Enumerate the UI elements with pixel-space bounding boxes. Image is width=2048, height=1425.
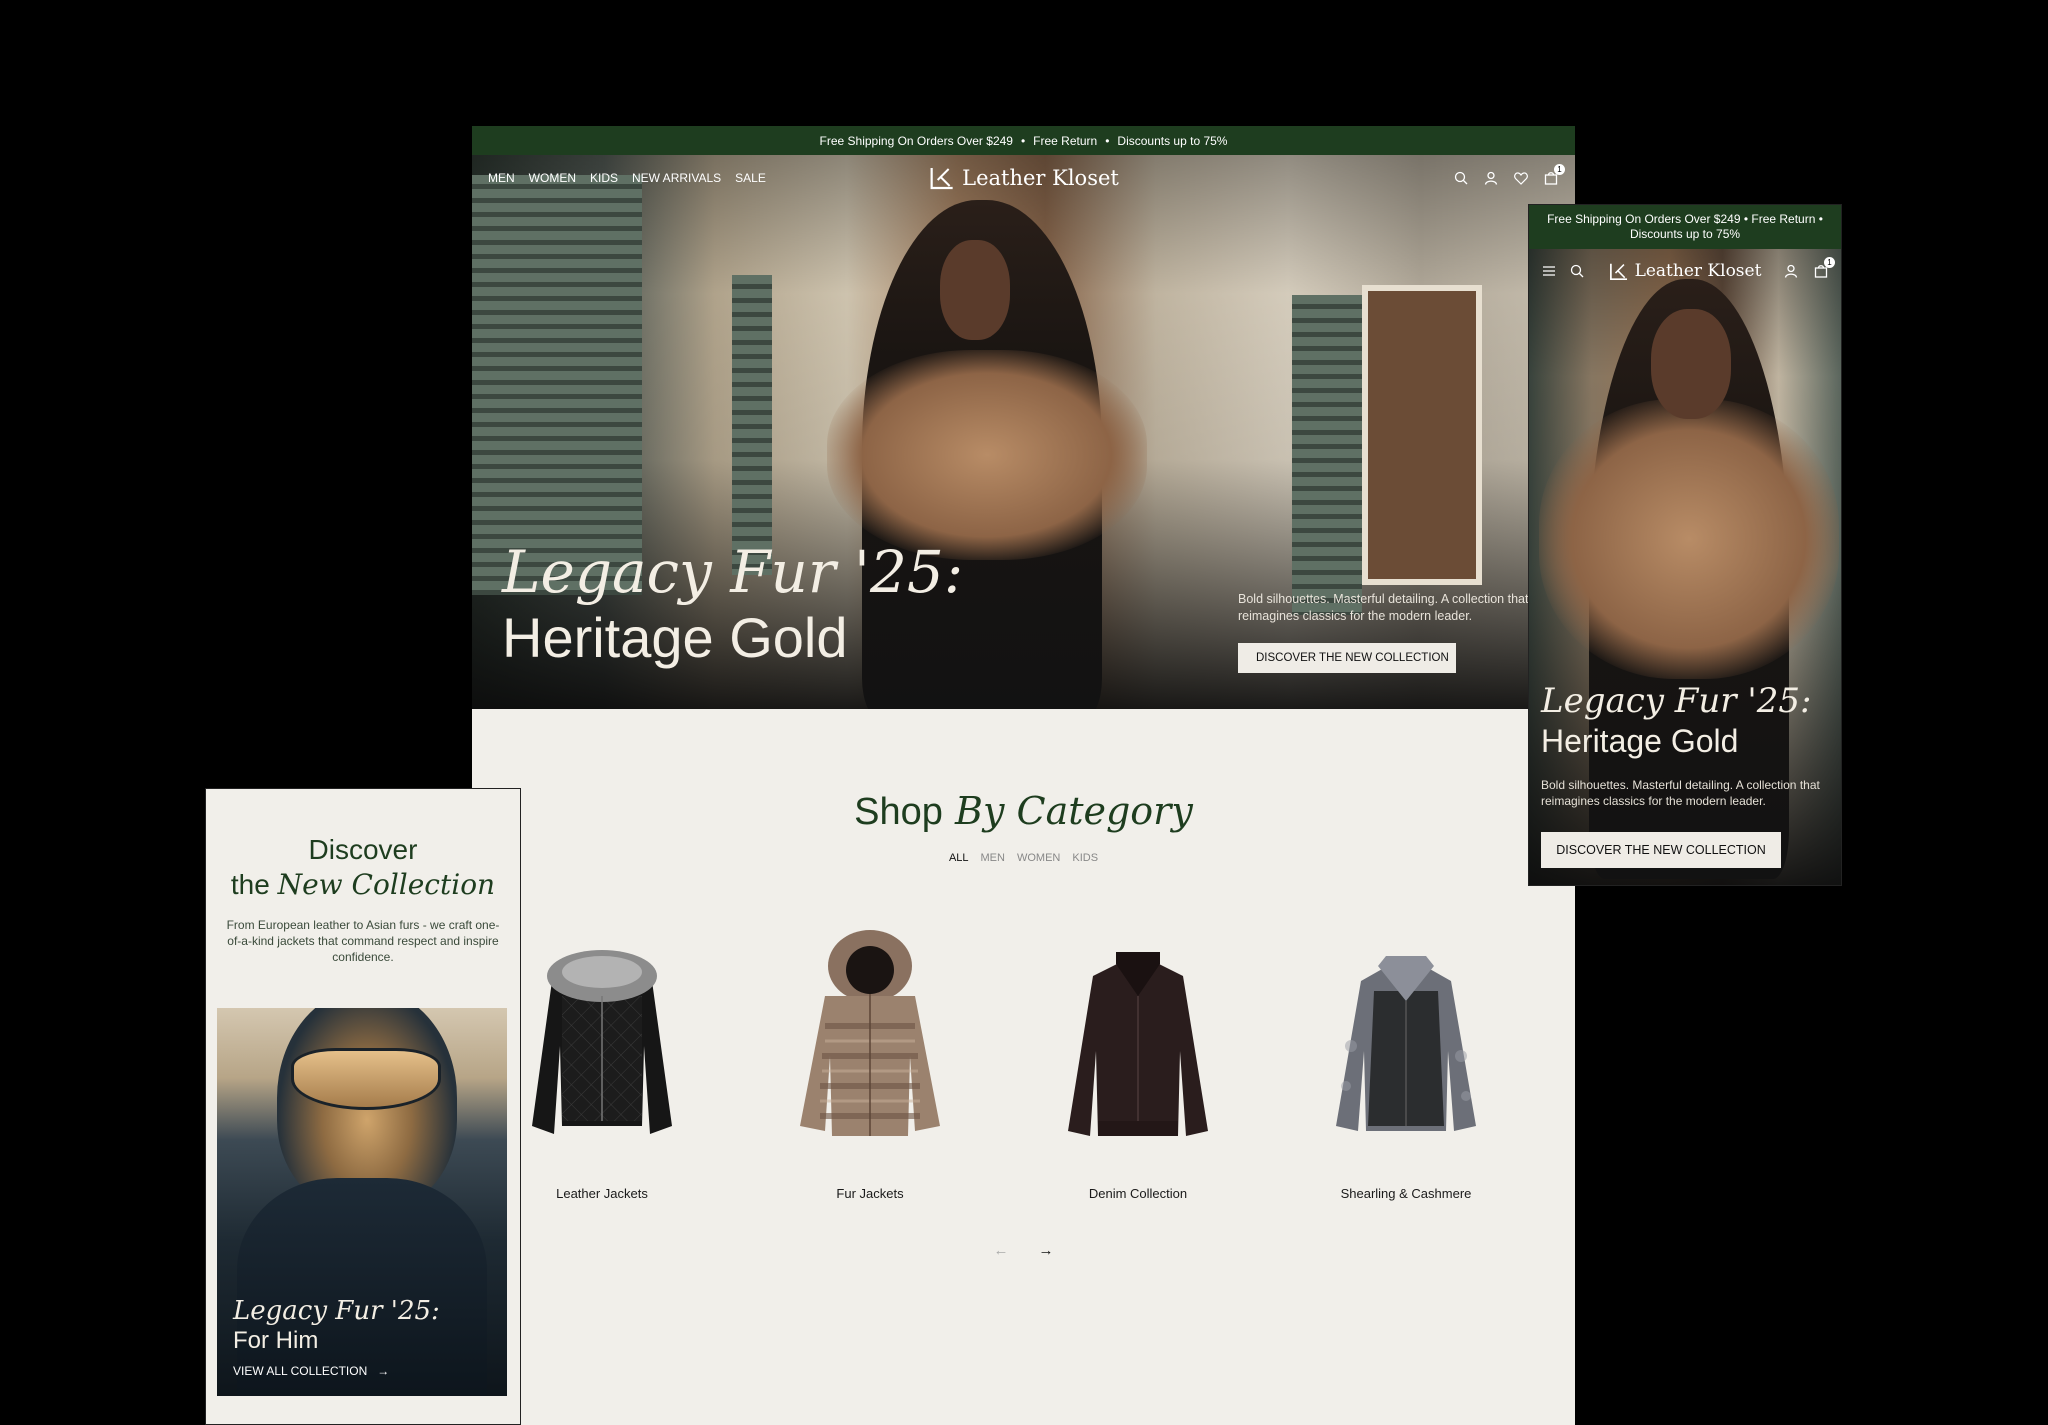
- discover-heading-line1: Discover: [308, 834, 418, 865]
- nav-icons: 1: [1453, 164, 1565, 186]
- brand-monogram-icon: [930, 168, 953, 190]
- mobile-discover-collection-button[interactable]: DISCOVER THE NEW COLLECTION: [1541, 832, 1781, 868]
- hero-model-face: [940, 240, 1010, 340]
- nav-link-women[interactable]: WOMEN: [529, 171, 576, 185]
- nav-link-kids[interactable]: KIDS: [590, 171, 618, 185]
- brand-logo[interactable]: Leather Kloset: [928, 166, 1119, 190]
- announcement-separator: •: [1105, 133, 1110, 148]
- view-all-label: VIEW ALL COLLECTION: [233, 1364, 368, 1378]
- card-title: Legacy Fur '25: For Him: [233, 1296, 440, 1356]
- mobile-nav-icons: 1: [1783, 257, 1835, 279]
- hero-side-panel: Bold silhouettes. Masterful detailing. A…: [1238, 591, 1538, 673]
- discover-heading-line2: the New Collection: [206, 867, 520, 903]
- mobile-brand-name: Leather Kloset: [1634, 261, 1762, 281]
- hero-title-line1: Legacy Fur '25:: [502, 538, 964, 606]
- hero-shutter-left: [472, 175, 642, 595]
- mobile-announcement-bar: Free Shipping On Orders Over $249 • Free…: [1529, 205, 1841, 249]
- mobile-hero-description: Bold silhouettes. Masterful detailing. A…: [1541, 778, 1820, 808]
- product-card-denim-collection[interactable]: Denim Collection: [1048, 926, 1228, 1201]
- nav-link-sale[interactable]: SALE: [735, 171, 766, 185]
- product-image: [780, 926, 960, 1186]
- announcement-discount: Discounts up to 75%: [1117, 133, 1228, 148]
- denim-jacket-image: [1068, 952, 1208, 1136]
- mobile-homepage-frame: Free Shipping On Orders Over $249 • Free…: [1528, 204, 1842, 886]
- brand-name: Leather Kloset: [962, 166, 1119, 190]
- hero-description: Bold silhouettes. Masterful detailing. A…: [1238, 592, 1529, 623]
- hero-title-line2: Heritage Gold: [502, 606, 848, 669]
- search-icon[interactable]: [1569, 263, 1585, 279]
- fur-jacket-image: [800, 930, 940, 1136]
- hero-title: Legacy Fur '25: Heritage Gold: [502, 539, 963, 671]
- mobile-hero-title: Legacy Fur '25: Heritage Gold: [1541, 681, 1811, 761]
- discover-heading-plain: the: [230, 869, 270, 900]
- filter-all[interactable]: ALL: [949, 852, 969, 864]
- cart-count-badge: 1: [1554, 164, 1565, 175]
- shearling-jacket-image: [1336, 956, 1476, 1131]
- wishlist-icon[interactable]: [1513, 170, 1529, 186]
- account-icon[interactable]: [1483, 170, 1499, 186]
- cart-count-badge: 1: [1824, 257, 1835, 268]
- menu-icon[interactable]: [1541, 263, 1557, 279]
- collection-card-for-him[interactable]: Legacy Fur '25: For Him VIEW ALL COLLECT…: [217, 1008, 507, 1396]
- main-navigation: MEN WOMEN KIDS NEW ARRIVALS SALE Leather…: [472, 155, 1575, 201]
- arrow-right-icon: →: [377, 1364, 390, 1378]
- hero-shutter-right: [1292, 295, 1362, 615]
- filter-men[interactable]: MEN: [981, 852, 1005, 864]
- nav-link-men[interactable]: MEN: [488, 171, 515, 185]
- helmet-visor: [291, 1048, 441, 1110]
- shop-title-plain: Shop: [854, 791, 943, 833]
- product-card-leather-jackets[interactable]: Leather Jackets: [512, 926, 692, 1201]
- carousel-prev-arrow-icon[interactable]: ←: [994, 1242, 1009, 1259]
- mobile-brand-logo[interactable]: Leather Kloset: [1609, 261, 1762, 281]
- product-image: [1316, 926, 1496, 1186]
- hero-banner: MEN WOMEN KIDS NEW ARRIVALS SALE Leather…: [472, 155, 1575, 709]
- desktop-homepage-frame: Free Shipping On Orders Over $249 • Free…: [472, 126, 1575, 1425]
- brand-monogram-icon: [1610, 263, 1628, 280]
- mobile-collection-frame: Discover the New Collection From Europea…: [205, 788, 521, 1425]
- product-image: [1048, 926, 1228, 1186]
- carousel-controls: ← →: [472, 1242, 1575, 1259]
- search-icon[interactable]: [1453, 170, 1469, 186]
- filter-women[interactable]: WOMEN: [1017, 852, 1060, 864]
- view-all-collection-link[interactable]: VIEW ALL COLLECTION →: [233, 1364, 389, 1378]
- shop-title-italic: By Category: [955, 789, 1193, 833]
- nav-links: MEN WOMEN KIDS NEW ARRIVALS SALE: [488, 171, 766, 185]
- shop-by-category-heading: Shop By Category: [472, 789, 1575, 834]
- carousel-next-arrow-icon[interactable]: →: [1039, 1242, 1054, 1259]
- product-card-fur-jackets[interactable]: Fur Jackets: [780, 926, 960, 1201]
- announcement-return: Free Return: [1033, 133, 1098, 148]
- product-image: [512, 926, 692, 1186]
- collection-description: From European leather to Asian furs - we…: [226, 918, 500, 964]
- product-name: Denim Collection: [1088, 1186, 1188, 1201]
- cart-icon[interactable]: 1: [1813, 257, 1835, 279]
- announcement-shipping: Free Shipping On Orders Over $249: [819, 133, 1013, 148]
- mobile-hero-fur-collar: [1539, 399, 1839, 679]
- mobile-hero-banner: Leather Kloset 1 Legacy Fur '25: Heritag…: [1529, 249, 1841, 885]
- category-filters: ALL MEN WOMEN KIDS: [472, 852, 1575, 864]
- product-name: Fur Jackets: [836, 1186, 904, 1201]
- account-icon[interactable]: [1783, 263, 1799, 279]
- card-title-line1: Legacy Fur '25:: [233, 1296, 440, 1326]
- hero-fur-collar: [827, 350, 1147, 560]
- discover-heading: Discover the New Collection: [206, 789, 520, 903]
- product-name: Shearling & Cashmere: [1340, 1186, 1472, 1201]
- nav-link-new-arrivals[interactable]: NEW ARRIVALS: [632, 171, 721, 185]
- discover-heading-italic: New Collection: [277, 868, 496, 901]
- mobile-hero-title-line1: Legacy Fur '25:: [1541, 681, 1812, 721]
- category-carousel: Leather Jackets Fur Jackets Denim Collec…: [512, 926, 1496, 1201]
- mobile-navigation: Leather Kloset 1: [1529, 249, 1841, 293]
- announcement-separator: •: [1020, 133, 1026, 148]
- hero-window: [1362, 285, 1482, 585]
- mobile-hero-model-face: [1651, 309, 1731, 419]
- product-card-shearling-cashmere[interactable]: Shearling & Cashmere: [1316, 926, 1496, 1201]
- announcement-bar: Free Shipping On Orders Over $249 • Free…: [472, 126, 1575, 155]
- leather-jacket-image: [532, 950, 672, 1134]
- hero-shutter: [732, 275, 772, 575]
- discover-collection-button[interactable]: DISCOVER THE NEW COLLECTION: [1238, 643, 1456, 673]
- product-name: Leather Jackets: [556, 1186, 648, 1201]
- mobile-hero-title-line2: Heritage Gold: [1541, 723, 1739, 759]
- cart-icon[interactable]: 1: [1543, 164, 1565, 186]
- card-title-line2: For Him: [233, 1327, 319, 1354]
- filter-kids[interactable]: KIDS: [1072, 852, 1098, 864]
